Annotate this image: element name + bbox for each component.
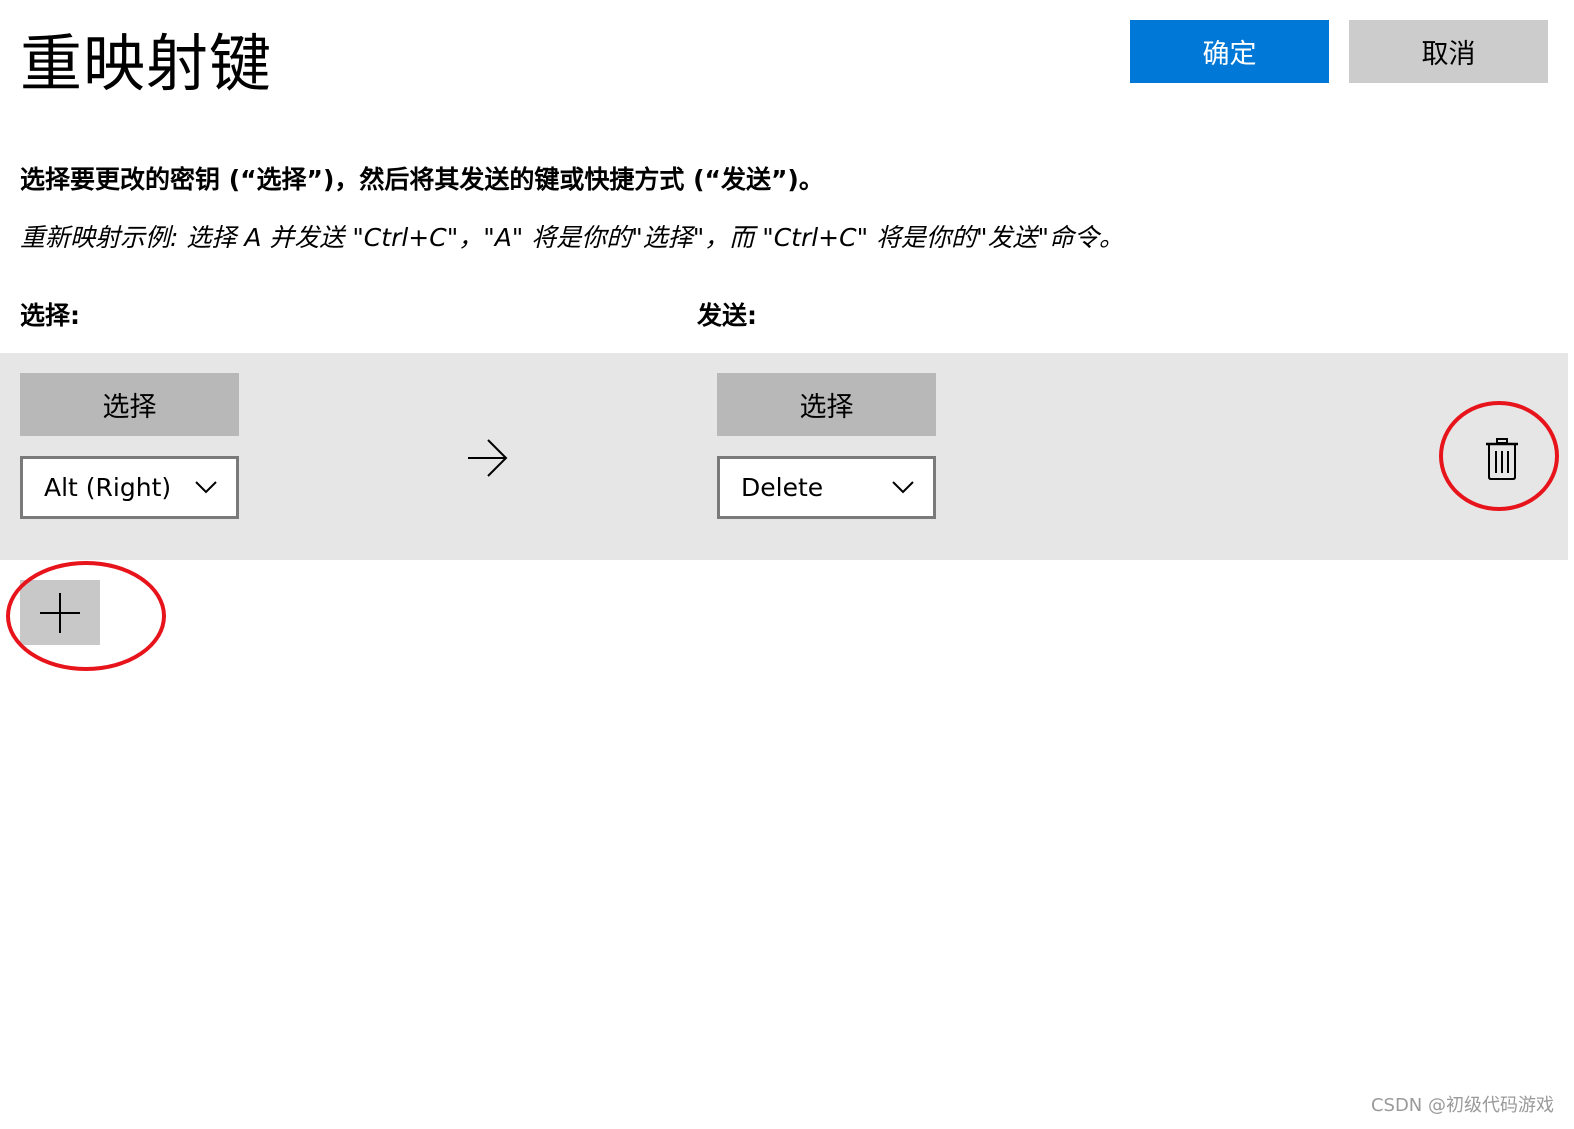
send-key-dropdown[interactable]: Delete: [717, 456, 936, 519]
ok-button[interactable]: 确定: [1130, 20, 1329, 83]
send-column-label: 发送:: [697, 301, 757, 330]
add-mapping-button[interactable]: [20, 580, 100, 645]
trash-icon: [1486, 438, 1518, 480]
send-key-value: Delete: [741, 473, 824, 502]
chevron-down-icon: [195, 481, 217, 494]
watermark: CSDN @初级代码游戏: [1370, 1095, 1554, 1116]
mapping-row: 选择 Alt (Right) 选择 Delete: [0, 353, 1568, 560]
cancel-button[interactable]: 取消: [1349, 20, 1548, 83]
select-key-value: Alt (Right): [44, 473, 172, 502]
select-key-button[interactable]: 选择: [20, 373, 239, 436]
remap-keys-page: 重映射键 确定 取消 选择要更改的密钥 (“选择”)，然后将其发送的键或快捷方式…: [0, 0, 1574, 1129]
send-key-button[interactable]: 选择: [717, 373, 936, 436]
delete-mapping-button[interactable]: [1467, 424, 1537, 494]
page-title: 重映射键: [20, 27, 273, 100]
example-text: 重新映射示例: 选择 A 并发送 "Ctrl+C"，"A" 将是你的"选择"，而…: [20, 223, 1125, 252]
select-column-label: 选择:: [20, 301, 80, 330]
instruction-text: 选择要更改的密钥 (“选择”)，然后将其发送的键或快捷方式 (“发送”)。: [20, 165, 824, 194]
chevron-down-icon: [892, 481, 914, 494]
plus-icon: [40, 592, 80, 633]
select-key-dropdown[interactable]: Alt (Right): [20, 456, 239, 519]
arrow-right-icon: [468, 439, 508, 477]
